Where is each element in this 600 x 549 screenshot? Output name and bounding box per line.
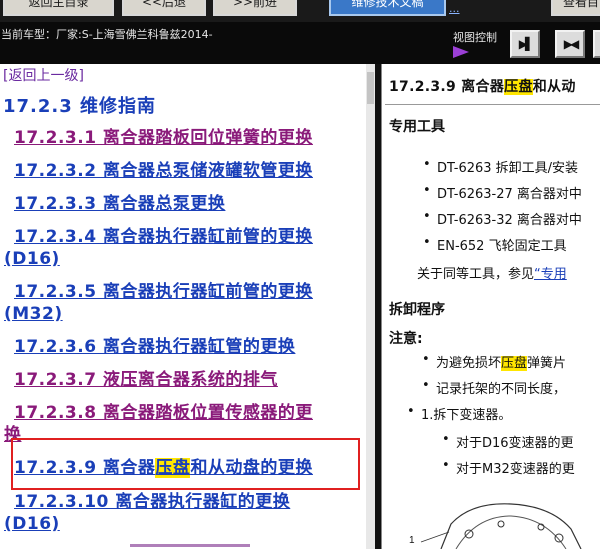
info-bar: 当前车型：厂家:S-上海雪佛兰科鲁兹2014- 视图控制 ▶▌ ▶◀ [0, 22, 600, 64]
layout-button-right[interactable]: ▶▌ [510, 30, 540, 58]
toc-link-17-2-3-10[interactable]: 17.2.3.10 离合器执行器缸的更换 [14, 492, 290, 512]
panel-right-icon: ▶▌ [518, 37, 534, 51]
substep-item: 对于M32变速器的更 [442, 458, 575, 477]
layout-button-left[interactable] [593, 30, 600, 58]
toc-item[interactable]: 17.2.3.10 离合器执行器缸的更换 (D16) [0, 491, 366, 534]
equivalent-tools-note: 关于同等工具，参见“专用 [417, 263, 567, 282]
toc-item[interactable]: 17.2.3.2 离合器总泵储液罐软管更换 [0, 160, 366, 182]
toc-item[interactable]: 17.2.3.1 离合器踏板回位弹簧的更换 [0, 127, 366, 149]
back-to-parent-link[interactable]: [返回上一级] [3, 65, 84, 85]
note-label: 注意: [389, 331, 423, 347]
title-rule [385, 104, 600, 105]
toc-item[interactable]: 17.2.3.3 离合器总泵更换 [0, 193, 366, 215]
equivalent-tools-text: 关于同等工具，参见 [417, 267, 535, 282]
note-text-post: 弹簧片 [527, 356, 567, 371]
toc-link-17-2-3-8[interactable]: 17.2.3.8 离合器踏板位置传感器的更 [14, 403, 313, 423]
document-title-highlight: 压盘 [504, 79, 533, 95]
next-item-fragment [130, 544, 250, 547]
toc-scrollbar-thumb[interactable] [367, 72, 374, 104]
tool-item: DT-6263 拆卸工具/安装 [423, 157, 578, 176]
removal-heading: 拆卸程序 [389, 302, 445, 318]
more-link[interactable]: ... [449, 2, 460, 15]
document-pane: 17.2.3.9 离合器压盘和从动 专用工具 DT-6263 拆卸工具/安装 D… [381, 64, 600, 549]
toc-link-17-2-3-1[interactable]: 17.2.3.1 离合器踏板回位弹簧的更换 [14, 128, 313, 148]
toc-pane: [返回上一级] 17.2.3 维修指南 17.2.3.1 离合器踏板回位弹簧的更… [0, 64, 366, 549]
forward-button[interactable]: >>前进 [213, 0, 297, 16]
back-button[interactable]: <<后退 [122, 0, 206, 16]
toc-link-17-2-3-7[interactable]: 17.2.3.7 液压离合器系统的排气 [14, 370, 278, 390]
diagram-callout-1: 1 [409, 535, 415, 546]
special-tools-link[interactable]: “专用 [534, 267, 567, 282]
step-1: 1.拆下变速器。 [407, 404, 511, 423]
document-title: 17.2.3.9 离合器压盘和从动 [389, 76, 576, 96]
view-catalog-button[interactable]: 查看目 [551, 0, 600, 16]
view-control-label: 视图控制 [453, 31, 497, 44]
document-title-post: 和从动 [532, 79, 576, 95]
toc-link-17-2-3-3[interactable]: 17.2.3.3 离合器总泵更换 [14, 194, 225, 214]
play-icon[interactable] [453, 46, 469, 58]
tool-item: DT-6263-27 离合器对中 [423, 183, 582, 202]
toc-item[interactable]: 17.2.3.7 液压离合器系统的排气 [0, 369, 366, 391]
current-vehicle-label: 当前车型：厂家:S-上海雪佛兰科鲁兹2014- [1, 28, 213, 41]
note-item: 记录托架的不同长度， [422, 378, 566, 397]
panel-split-icon: ▶◀ [563, 37, 579, 51]
tools-heading: 专用工具 [389, 119, 445, 135]
toc-link-17-2-3-2[interactable]: 17.2.3.2 离合器总泵储液罐软管更换 [14, 161, 313, 181]
tool-item: EN-652 飞轮固定工具 [423, 235, 567, 254]
document-border [381, 64, 382, 549]
toc-item[interactable]: 17.2.3.6 离合器执行器缸管的更换 [0, 336, 366, 358]
return-main-menu-button[interactable]: 返回主目录 [3, 0, 114, 16]
document-title-pre: 17.2.3.9 离合器 [389, 79, 505, 95]
clutch-diagram-image: 1 [409, 503, 582, 549]
repair-docs-tab[interactable]: 维修技术文稿 [329, 0, 446, 16]
toc-link-17-2-3-6[interactable]: 17.2.3.6 离合器执行器缸管的更换 [14, 337, 295, 357]
selection-highlight-box [11, 438, 360, 490]
note-highlight: 压盘 [501, 356, 528, 371]
toc-link-17-2-3-5-cont[interactable]: (M32) [4, 303, 63, 325]
note-text-pre: 为避免损坏 [436, 356, 502, 371]
toc-link-17-2-3-4-cont[interactable]: (D16) [4, 248, 60, 270]
note-item: 为避免损坏压盘弹簧片 [422, 352, 567, 371]
toc-link-17-2-3-5[interactable]: 17.2.3.5 离合器执行器缸前管的更换 [14, 282, 313, 302]
toc-link-17-2-3-10-cont[interactable]: (D16) [4, 513, 60, 535]
toc-link-17-2-3-4[interactable]: 17.2.3.4 离合器执行器缸前管的更换 [14, 227, 313, 247]
toc-item[interactable]: 17.2.3.4 离合器执行器缸前管的更换 (D16) [0, 226, 366, 269]
section-title: 17.2.3 维修指南 [3, 96, 157, 117]
layout-button-split[interactable]: ▶◀ [555, 30, 585, 58]
tool-item: DT-6263-32 离合器对中 [423, 209, 582, 228]
toc-item[interactable]: 17.2.3.5 离合器执行器缸前管的更换 (M32) [0, 281, 366, 324]
toolbar: 返回主目录 <<后退 >>前进 维修技术文稿 ... 查看目 [0, 0, 600, 22]
toc-item[interactable]: 17.2.3.8 离合器踏板位置传感器的更 换 [0, 402, 366, 445]
substep-item: 对于D16变速器的更 [442, 432, 574, 451]
toc-scrollbar[interactable] [366, 64, 375, 549]
